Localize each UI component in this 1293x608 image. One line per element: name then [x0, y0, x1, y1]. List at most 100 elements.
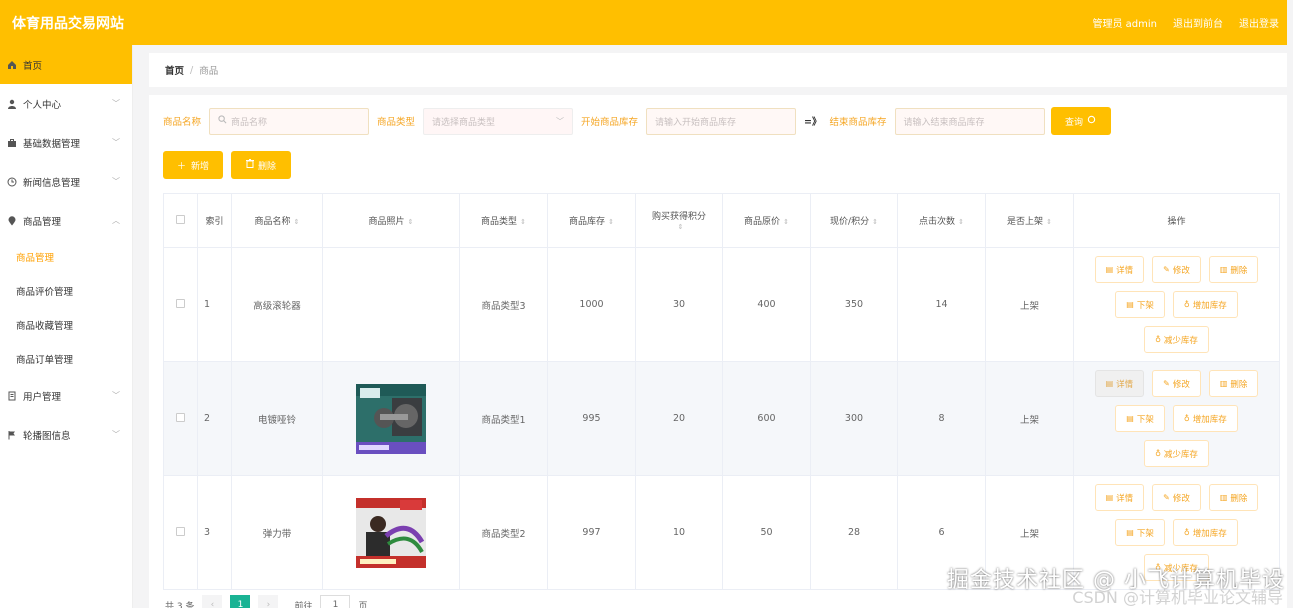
- add-button[interactable]: ＋ 新增: [163, 151, 223, 179]
- edit-button[interactable]: ✎ 修改: [1152, 484, 1201, 511]
- clock-icon: [6, 176, 18, 188]
- sort-icon[interactable]: ⇕: [783, 218, 789, 226]
- add-stock-button[interactable]: ♁ 增加库存: [1172, 519, 1238, 546]
- sidebar-subitem-goods[interactable]: 商品管理: [0, 240, 132, 274]
- detail-button[interactable]: ▤ 详情: [1094, 484, 1145, 511]
- bulb-icon: ♁: [1183, 300, 1190, 309]
- cell-name: 高级滚轮器: [231, 247, 323, 362]
- trash-icon: ▥: [1219, 379, 1228, 388]
- cell-stock: 995: [547, 361, 636, 476]
- reduce-stock-button[interactable]: ♁ 减少库存: [1144, 440, 1209, 467]
- chevron-down-icon: ﹀: [112, 177, 120, 186]
- type-select[interactable]: 请选择商品类型 ﹀: [423, 107, 574, 135]
- sidebar-item-news[interactable]: 新闻信息管理 ﹀: [0, 162, 132, 201]
- batch-delete-button[interactable]: 删除: [231, 151, 291, 179]
- cell-orig-price: 400: [722, 247, 811, 362]
- sort-icon[interactable]: ⇕: [958, 218, 964, 226]
- cell-ops: ▤ 详情 ✎ 修改 ▥ 删除 ▤ 下架 ♁ 增加库存 ♁ 减少库存: [1073, 361, 1280, 476]
- sort-icon[interactable]: ⇕: [520, 218, 526, 226]
- page-number-current[interactable]: 1: [230, 595, 251, 608]
- reduce-stock-button[interactable]: ♁ 减少库存: [1144, 326, 1209, 353]
- col-orig-price[interactable]: 商品原价 ⇕: [722, 193, 811, 248]
- sort-icon[interactable]: ⇕: [294, 218, 300, 226]
- cell-price: 300: [810, 361, 898, 476]
- cell-clicks: 14: [897, 247, 986, 362]
- trash-icon: ▥: [1219, 265, 1228, 274]
- cell-photo: [322, 361, 460, 476]
- sort-icon[interactable]: ⇕: [608, 218, 614, 226]
- sidebar: 首页 个人中心 ﹀ 基础数据管理 ﹀ 新闻信息管理 ﹀ 商品管理 ︿ 商品管理 …: [0, 45, 133, 608]
- col-price[interactable]: 现价/积分 ⇕: [810, 193, 898, 248]
- next-page-button[interactable]: ›: [258, 595, 279, 608]
- sidebar-subitem-orders[interactable]: 商品订单管理: [0, 342, 132, 376]
- product-image-dumbbell: [356, 383, 426, 454]
- stock-start-input[interactable]: 请输入开始商品库存: [646, 107, 797, 135]
- cell-orig-price: 50: [722, 475, 811, 590]
- sidebar-item-goods[interactable]: 商品管理 ︿: [0, 201, 132, 240]
- sidebar-subitem-favorites[interactable]: 商品收藏管理: [0, 308, 132, 342]
- delete-button[interactable]: ▥ 删除: [1208, 370, 1259, 397]
- back-to-front-link[interactable]: 退出到前台: [1173, 15, 1223, 30]
- cell-ops: ▤ 详情 ✎ 修改 ▥ 删除 ▤ 下架 ♁ 增加库存 ♁ 减少库存: [1073, 247, 1280, 362]
- cell-stock: 997: [547, 475, 636, 590]
- cell-clicks: 8: [897, 361, 986, 476]
- sidebar-item-users[interactable]: 用户管理 ﹀: [0, 376, 132, 415]
- cell-photo: [322, 247, 460, 362]
- sidebar-subitem-reviews[interactable]: 商品评价管理: [0, 274, 132, 308]
- delete-button[interactable]: ▥ 删除: [1208, 484, 1259, 511]
- col-onsale[interactable]: 是否上架 ⇕: [985, 193, 1074, 248]
- cell-onsale: 上架: [985, 247, 1074, 362]
- cell-index: 3: [197, 475, 232, 590]
- breadcrumb-separator: /: [190, 64, 194, 76]
- select-all-checkbox[interactable]: [176, 214, 185, 224]
- document-icon: ▤: [1126, 414, 1134, 423]
- sidebar-item-profile[interactable]: 个人中心 ﹀: [0, 84, 132, 123]
- logout-link[interactable]: 退出登录: [1239, 15, 1279, 30]
- col-points[interactable]: 购买获得积分 ⇕: [635, 193, 723, 248]
- col-clicks[interactable]: 点击次数 ⇕: [897, 193, 986, 248]
- top-header: 体育用品交易网站 管理员 admin 退出到前台 退出登录: [0, 0, 1287, 45]
- add-stock-button[interactable]: ♁ 增加库存: [1172, 291, 1238, 318]
- bulb-icon: ♁: [1155, 335, 1161, 344]
- detail-button[interactable]: ▤ 详情: [1094, 256, 1145, 283]
- action-row: ＋ 新增 删除: [163, 151, 291, 179]
- detail-button[interactable]: ▤ 详情: [1094, 370, 1145, 397]
- goto-page-input[interactable]: 1: [320, 595, 351, 608]
- delete-button[interactable]: ▥ 删除: [1208, 256, 1259, 283]
- row-checkbox[interactable]: [176, 526, 185, 536]
- breadcrumb-home[interactable]: 首页: [165, 63, 184, 77]
- sidebar-item-carousel[interactable]: 轮播图信息 ﹀: [0, 415, 132, 454]
- query-button[interactable]: 查询: [1050, 107, 1111, 135]
- row-checkbox[interactable]: [176, 412, 185, 422]
- offshelf-button[interactable]: ▤ 下架: [1115, 291, 1165, 318]
- stock-end-input[interactable]: 请输入结束商品库存: [894, 107, 1045, 135]
- row-checkbox[interactable]: [176, 298, 185, 308]
- select-all-cell: [163, 193, 198, 248]
- edit-button[interactable]: ✎ 修改: [1152, 370, 1201, 397]
- offshelf-button[interactable]: ▤ 下架: [1115, 519, 1165, 546]
- document-icon: ▤: [1105, 265, 1114, 274]
- col-photo[interactable]: 商品照片 ⇕: [322, 193, 460, 248]
- cell-price: 350: [810, 247, 898, 362]
- col-type[interactable]: 商品类型 ⇕: [459, 193, 548, 248]
- col-index: 索引: [197, 193, 232, 248]
- offshelf-button[interactable]: ▤ 下架: [1115, 405, 1165, 432]
- sidebar-item-home[interactable]: 首页: [0, 45, 132, 84]
- col-name[interactable]: 商品名称 ⇕: [231, 193, 323, 248]
- sort-icon[interactable]: ⇕: [678, 223, 684, 231]
- col-stock[interactable]: 商品库存 ⇕: [547, 193, 636, 248]
- pencil-icon: ✎: [1163, 265, 1170, 274]
- sort-icon[interactable]: ⇕: [1046, 218, 1052, 226]
- type-select-placeholder: 请选择商品类型: [432, 117, 496, 128]
- edit-button[interactable]: ✎ 修改: [1152, 256, 1201, 283]
- location-icon: [6, 215, 18, 227]
- prev-page-button[interactable]: ‹: [202, 595, 223, 608]
- sidebar-item-basic-data[interactable]: 基础数据管理 ﹀: [0, 123, 132, 162]
- trash-icon: [245, 159, 254, 171]
- total-count: 共 3 条: [165, 601, 195, 608]
- add-stock-button[interactable]: ♁ 增加库存: [1172, 405, 1238, 432]
- sort-icon[interactable]: ⇕: [408, 218, 414, 226]
- name-search-input[interactable]: 商品名称: [209, 107, 370, 135]
- stock-start-label: 开始商品库存: [581, 117, 639, 128]
- sort-icon[interactable]: ⇕: [872, 218, 878, 226]
